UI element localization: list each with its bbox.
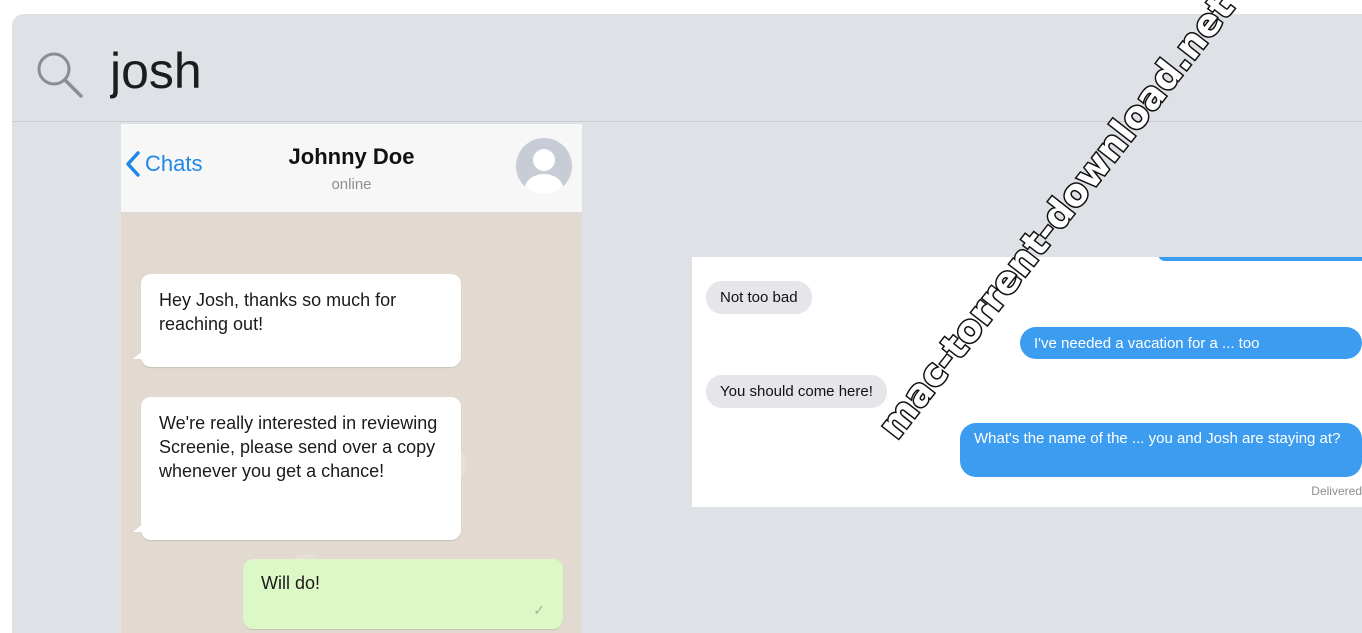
search-input[interactable] <box>110 36 1310 106</box>
chat-header: Chats Johnny Doe online <box>121 124 582 213</box>
message-bubble-outgoing: What's the name of the ... you and Josh … <box>960 423 1362 477</box>
message-bubble-incoming: Hey Josh, thanks so much for reaching ou… <box>133 274 461 367</box>
contact-status: online <box>331 176 372 193</box>
delivered-status: Delivered <box>1311 484 1362 498</box>
message-text: Not too bad <box>720 289 798 306</box>
search-bar <box>12 14 1362 122</box>
message-bubble-outgoing: I've needed a vacation for a ... too <box>1020 327 1362 359</box>
message-text: What's the name of the ... you and Josh … <box>974 430 1341 447</box>
message-text: I've needed a vacation for a ... too <box>1034 335 1260 352</box>
avatar[interactable] <box>516 138 572 194</box>
chat-body: Hey Josh, thanks so much for reaching ou… <box>121 213 582 633</box>
message-text: We're really interested in reviewing Scr… <box>159 413 438 481</box>
spotlight-window: Chats Johnny Doe online Hey Josh, thanks… <box>12 14 1362 633</box>
imessage-preview-card[interactable]: Not too bad I've needed a vacation for a… <box>692 257 1362 507</box>
message-bubble-incoming: You should come here! <box>706 375 887 408</box>
message-bubble-outgoing: Will do! ✓ <box>243 559 563 629</box>
person-icon <box>525 149 563 194</box>
message-bubble-outgoing <box>1158 257 1362 261</box>
message-bubble-incoming: Not too bad <box>706 281 812 314</box>
message-text: Hey Josh, thanks so much for reaching ou… <box>159 290 397 334</box>
contact-name: Johnny Doe <box>288 144 415 169</box>
message-text: Will do! <box>261 573 321 593</box>
message-bubble-incoming: We're really interested in reviewing Scr… <box>133 397 461 540</box>
message-text: You should come here! <box>720 383 873 400</box>
check-icon: ✓ <box>533 602 545 618</box>
search-icon <box>37 52 83 98</box>
chat-preview-card[interactable]: Chats Johnny Doe online Hey Josh, thanks… <box>121 124 582 633</box>
